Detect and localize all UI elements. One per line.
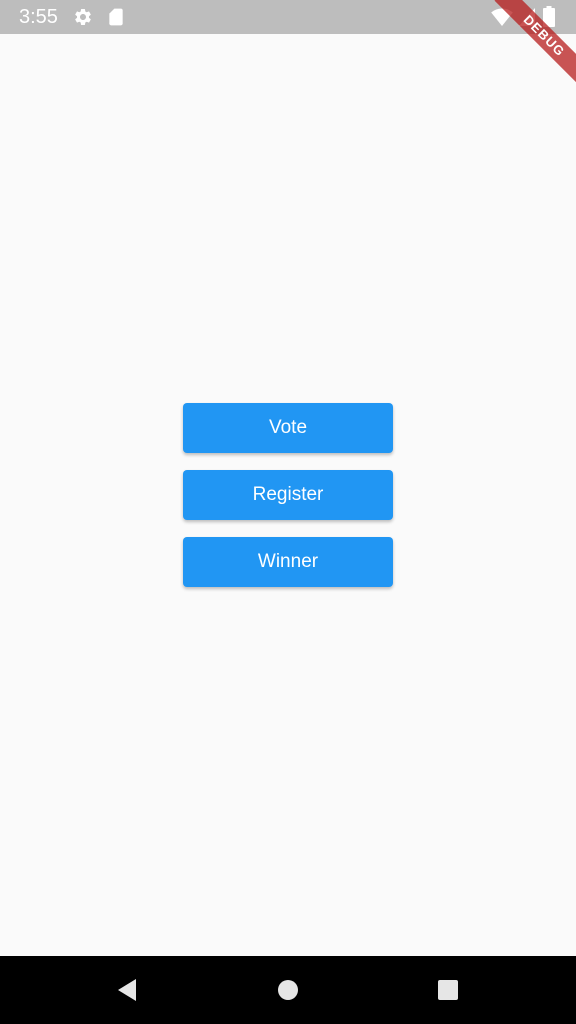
recent-apps-icon[interactable] [436,978,460,1002]
vote-button[interactable]: Vote [183,403,393,453]
sd-card-icon [109,8,123,26]
home-icon[interactable] [276,978,300,1002]
button-stack: Vote Register Winner [183,403,393,604]
status-time: 3:55 [19,6,58,28]
winner-button[interactable]: Winner [183,537,393,587]
navigation-bar [0,956,576,1024]
signal-icon [519,8,535,26]
gear-icon [75,8,91,25]
back-icon[interactable] [116,978,140,1002]
app-screen: 3:55 DEBUG Vote Register Winner [0,0,576,1024]
register-button[interactable]: Register [183,470,393,520]
wifi-icon [491,8,513,26]
battery-icon [543,6,555,27]
status-bar: 3:55 [0,0,576,34]
